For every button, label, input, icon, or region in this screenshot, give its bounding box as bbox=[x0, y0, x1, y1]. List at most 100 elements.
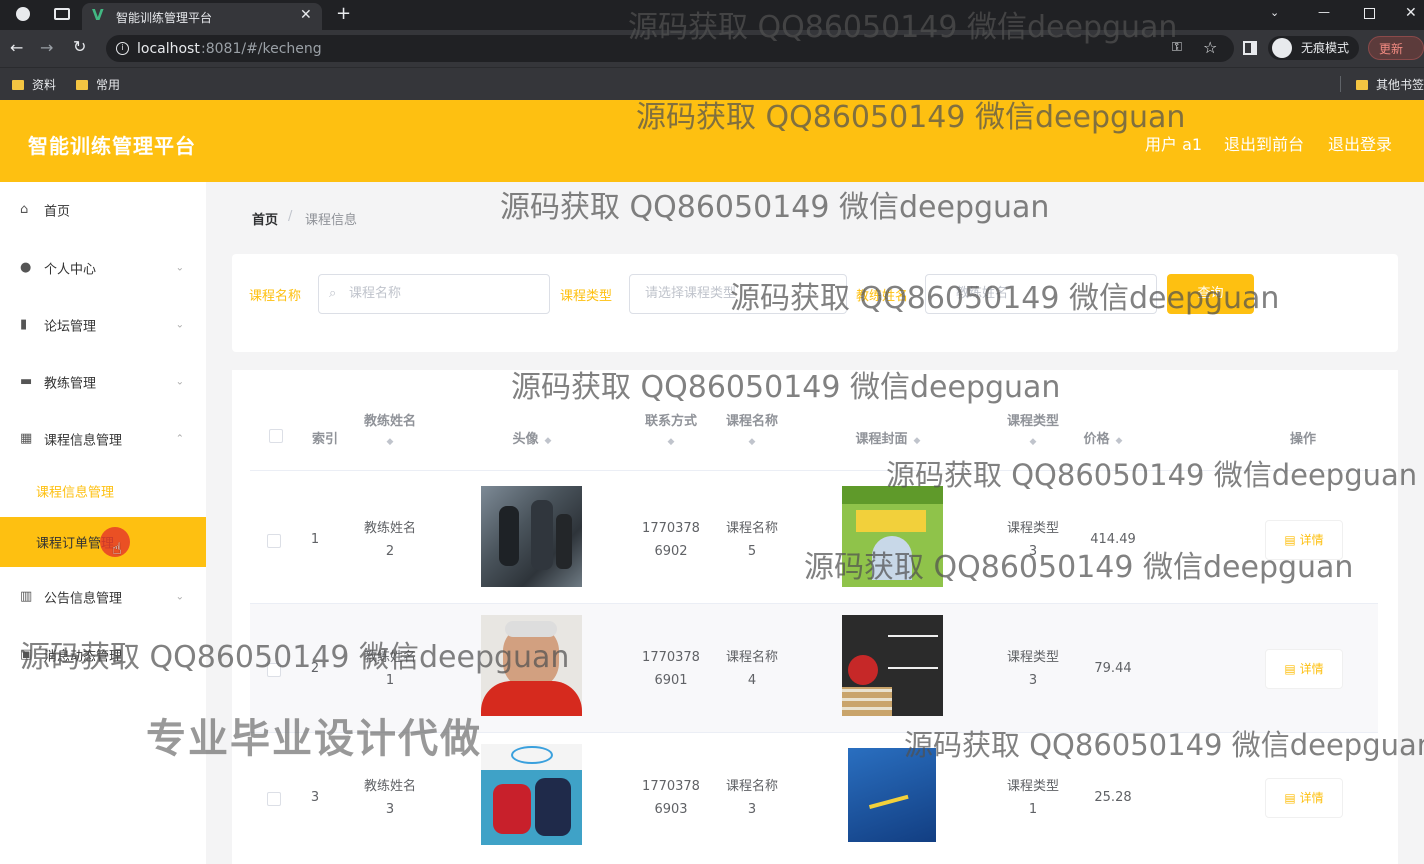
bookmark-label: 资料 bbox=[32, 78, 57, 92]
sidebar-subitem-course-info[interactable]: 课程信息管理 bbox=[0, 466, 206, 516]
browser-menu-icon[interactable] bbox=[16, 7, 30, 21]
row-coach-no: 3 bbox=[385, 802, 395, 817]
row-coach: 教练姓名 3 bbox=[340, 775, 440, 821]
sidebar-item-label: 公告信息管理 bbox=[44, 591, 123, 607]
bookmark-divider bbox=[1340, 76, 1341, 92]
document-icon: ▤ bbox=[1284, 791, 1300, 805]
sidebar-subitem-course-order[interactable]: 课程订单管理 ☝ bbox=[0, 517, 206, 567]
select-all-checkbox[interactable] bbox=[269, 429, 283, 443]
sort-icon[interactable]: ◆ bbox=[914, 436, 921, 446]
detail-button[interactable]: ▤ 详情 bbox=[1265, 778, 1343, 818]
sidebar-item-profile[interactable]: ● 个人中心 ⌄ bbox=[0, 240, 206, 296]
other-bookmarks[interactable]: 其他书签 bbox=[1356, 76, 1424, 93]
watermark-text: 源码获取 QQ86050149 微信deepguan bbox=[20, 640, 570, 675]
coach-avatar-image bbox=[481, 486, 582, 587]
row-coach-name: 教练姓名 bbox=[363, 779, 416, 794]
tab-title: 智能训练管理平台 bbox=[116, 11, 213, 25]
sidebar-item-label: 课程信息管理 bbox=[44, 433, 123, 449]
vue-favicon-icon: V bbox=[92, 6, 104, 24]
col-avatar-label: 头像 bbox=[512, 432, 539, 447]
row-type-name: 课程类型 bbox=[1006, 779, 1059, 794]
row-type-no: 1 bbox=[1028, 802, 1038, 817]
sidebar-item-forum[interactable]: ▮ 论坛管理 ⌄ bbox=[0, 297, 206, 353]
search-icon: ⌕ bbox=[329, 286, 337, 301]
row-type: 课程类型 1 bbox=[983, 775, 1083, 821]
col-coach[interactable]: 教练姓名 ◆ bbox=[340, 410, 440, 447]
col-cover[interactable]: 课程封面 ◆ bbox=[838, 428, 938, 447]
chevron-down-icon: ⌄ bbox=[175, 262, 184, 274]
incognito-label: 无痕模式 bbox=[1301, 41, 1350, 55]
sort-icon[interactable]: ◆ bbox=[340, 437, 440, 447]
coach-avatar-image bbox=[481, 744, 582, 845]
course-name-label: 课程名称 bbox=[249, 289, 302, 304]
breadcrumb-home[interactable]: 首页 bbox=[252, 209, 278, 228]
bar-chart-icon: ▮ bbox=[20, 317, 28, 332]
col-price-label: 价格 bbox=[1083, 432, 1110, 447]
sidebar-item-label: 首页 bbox=[44, 204, 71, 220]
to-front-link[interactable]: 退出到前台 bbox=[1224, 131, 1304, 155]
row-index: 1 bbox=[310, 532, 320, 547]
col-course[interactable]: 课程名称 ◆ bbox=[702, 410, 802, 447]
browser-tab[interactable]: V 智能训练管理平台 ✕ bbox=[82, 3, 322, 30]
maximize-icon[interactable] bbox=[1364, 8, 1375, 19]
back-icon[interactable]: ← bbox=[10, 38, 23, 57]
row-checkbox[interactable] bbox=[267, 534, 281, 548]
course-name-input[interactable]: ⌕ 课程名称 bbox=[318, 274, 550, 314]
site-info-icon[interactable]: i bbox=[116, 42, 129, 55]
sidebar-item-notice[interactable]: ▥ 公告信息管理 ⌄ bbox=[0, 569, 206, 625]
detail-button[interactable]: ▤ 详情 bbox=[1265, 649, 1343, 689]
url-host: localhost bbox=[137, 41, 200, 57]
row-phone-a: 1770378 bbox=[642, 521, 700, 536]
window-close-icon[interactable]: ✕ bbox=[1405, 5, 1417, 21]
row-coach-no: 2 bbox=[385, 544, 395, 559]
chevron-down-icon: ⌄ bbox=[175, 376, 184, 388]
incognito-badge[interactable]: 无痕模式 bbox=[1268, 36, 1360, 60]
bookmark-item[interactable]: 常用 bbox=[76, 76, 120, 93]
sort-icon[interactable]: ◆ bbox=[702, 437, 802, 447]
col-avatar[interactable]: 头像 ◆ bbox=[482, 428, 582, 447]
minimize-icon[interactable]: — bbox=[1318, 5, 1330, 19]
sidebar-item-home[interactable]: ⌂ 首页 bbox=[0, 182, 206, 238]
sort-icon[interactable]: ◆ bbox=[1116, 436, 1123, 446]
row-coach-name: 教练姓名 bbox=[363, 521, 416, 536]
update-button[interactable]: 更新 ⋮ bbox=[1368, 36, 1424, 80]
sidebar-item-coach[interactable]: ▬ 教练管理 ⌄ bbox=[0, 354, 206, 410]
detail-label: 详情 bbox=[1299, 662, 1324, 676]
col-cover-label: 课程封面 bbox=[855, 432, 908, 447]
row-phone-b: 6901 bbox=[654, 673, 688, 688]
row-course: 课程名称 4 bbox=[702, 646, 802, 692]
col-price[interactable]: 价格 ◆ bbox=[1063, 428, 1143, 447]
tab-list-icon[interactable]: ⌄ bbox=[1270, 6, 1279, 19]
bookmark-item[interactable]: 资料 bbox=[12, 76, 56, 93]
breadcrumb-separator: / bbox=[288, 209, 293, 224]
course-cover-image bbox=[842, 615, 943, 716]
col-course-label: 课程名称 bbox=[725, 414, 778, 429]
reload-icon[interactable]: ↻ bbox=[73, 37, 86, 56]
row-type: 课程类型 3 bbox=[983, 646, 1083, 692]
row-checkbox[interactable] bbox=[267, 792, 281, 806]
logout-link[interactable]: 退出登录 bbox=[1328, 131, 1392, 155]
sidebar-subitem-label: 课程信息管理 bbox=[36, 485, 115, 501]
chevron-down-icon: ⌄ bbox=[175, 591, 184, 603]
col-phone-label: 联系方式 bbox=[644, 414, 697, 429]
sidebar-item-label: 论坛管理 bbox=[44, 319, 97, 335]
chevron-down-icon: ⌄ bbox=[175, 319, 184, 331]
side-panel-icon[interactable] bbox=[1243, 41, 1257, 55]
forward-icon[interactable]: → bbox=[40, 38, 53, 57]
sidebar-item-label: 个人中心 bbox=[44, 262, 97, 278]
col-coach-label: 教练姓名 bbox=[363, 414, 416, 429]
row-course: 课程名称 3 bbox=[702, 775, 802, 821]
row-course-no: 3 bbox=[747, 802, 757, 817]
sidebar-item-course[interactable]: ▦ 课程信息管理 ⌃ bbox=[0, 411, 206, 467]
new-tab-icon[interactable]: + bbox=[336, 3, 351, 24]
row-course-name: 课程名称 bbox=[725, 521, 778, 536]
row-type-name: 课程类型 bbox=[1006, 521, 1059, 536]
bookmark-star-icon[interactable]: ☆ bbox=[1203, 38, 1217, 57]
tab-search-icon[interactable] bbox=[54, 8, 70, 20]
bookmark-label: 常用 bbox=[96, 78, 121, 92]
row-phone-b: 6902 bbox=[654, 544, 688, 559]
watermark-big-text: 专业毕业设计代做 bbox=[146, 716, 482, 762]
course-type-placeholder: 请选择课程类型 bbox=[645, 286, 737, 301]
sort-icon[interactable]: ◆ bbox=[545, 436, 552, 446]
tab-close-icon[interactable]: ✕ bbox=[300, 7, 312, 23]
